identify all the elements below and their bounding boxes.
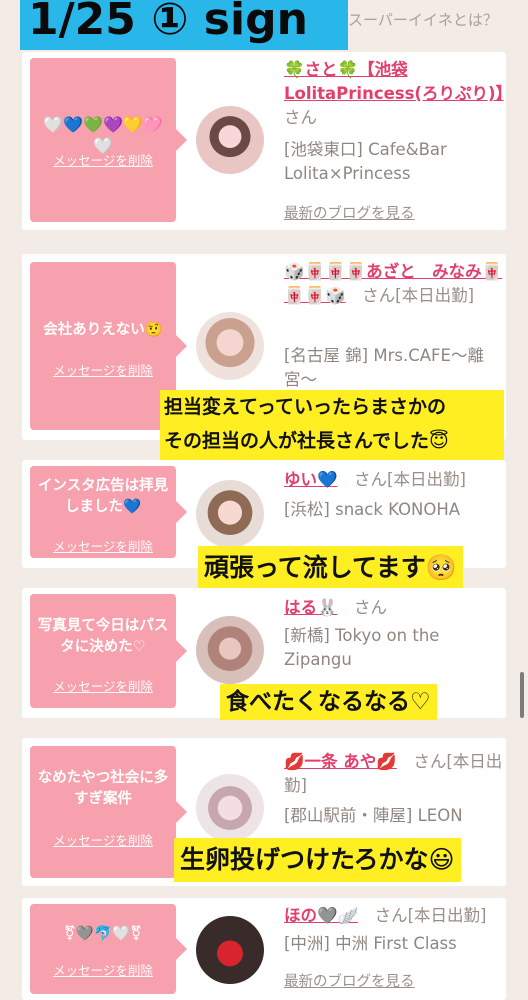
caption-overlay: 頑張って流してます🥺 [198,546,463,590]
message-bubble: 🤍💙💚💜💛🩷🤍 メッセージを削除 [30,58,187,222]
message-card: ⚧🩶🐬🤍⚧ メッセージを削除 ほの🩶🪽 さん[本日出勤] [中洲] 中洲 Fir… [22,898,506,1000]
avatar[interactable] [196,312,264,380]
shop-name: [中洲] 中洲 First Class [284,934,457,953]
latest-blog-link[interactable]: 最新のブログを見る [284,202,415,223]
message-bubble: なめたやつ社会に多すぎ案件 メッセージを削除 [30,746,187,878]
delete-message-link[interactable]: メッセージを削除 [30,676,176,695]
avatar[interactable] [196,480,264,548]
caption-line: 担当変えてっていったらまさかの [164,396,446,418]
girl-name[interactable]: 💋一条 あや💋 さん[本日出勤] [284,750,504,798]
shop-name: [池袋東口] Cafe&Bar Lolita×Princess [284,140,447,183]
girl-name[interactable]: 🎲🀄🀄🀄あざと みなみ🀄🀄🀄🎲 さん[本日出勤] [284,260,504,308]
shop-name: [郡山駅前・陣屋] LEON [284,806,463,825]
caption-overlay: 担当変えてっていったらまさかの その担当の人が社長さんでした😇 [160,390,504,460]
message-bubble: 写真見て今日はパスタに決めた♡ メッセージを削除 [30,594,187,708]
avatar[interactable] [196,916,264,984]
girl-name[interactable]: はる🐰 さん [284,596,504,620]
message-text: 写真見て今日はパスタに決めた♡ [37,618,169,655]
avatar[interactable] [196,616,264,684]
latest-blog-link[interactable]: 最新のブログを見る [284,970,415,991]
top-bar: 1/25 ① sign スーパーイイネとは？ [0,0,528,50]
caption-line: その担当の人が社長さんでした😇 [164,430,449,452]
message-bubble: インスタ広告は拝見しました💙 メッセージを削除 [30,466,187,558]
message-text: インスタ広告は拝見しました💙 [37,478,169,515]
delete-message-link[interactable]: メッセージを削除 [30,830,176,849]
girl-name[interactable]: ほの🩶🪽 さん[本日出勤] [284,904,504,928]
delete-message-link[interactable]: メッセージを削除 [30,150,176,169]
delete-message-link[interactable]: メッセージを削除 [30,536,176,555]
scrollbar[interactable] [520,672,524,718]
page-title: 1/25 ① sign [28,0,308,45]
caption-overlay: 生卵投げつけたろかな😃 [174,838,461,882]
message-card: 🤍💙💚💜💛🩷🤍 メッセージを削除 🍀さと🍀【池袋LolitaPrincess(ろ… [22,52,506,230]
caption-overlay: 食べたくなるなる♡ [220,684,437,720]
delete-message-link[interactable]: メッセージを削除 [30,360,176,379]
shop-name: [浜松] snack KONOHA [284,500,461,519]
message-text: 会社ありえない🤨 [43,322,163,338]
avatar[interactable] [196,774,264,842]
message-text: ⚧🩶🐬🤍⚧ [63,926,143,942]
delete-message-link[interactable]: メッセージを削除 [30,960,176,979]
message-bubble: ⚧🩶🐬🤍⚧ メッセージを削除 [30,904,187,994]
girl-name[interactable]: ゆい💙 さん[本日出勤] [284,468,504,492]
message-bubble: 会社ありえない🤨 メッセージを削除 [30,262,187,430]
avatar[interactable] [196,106,264,174]
super-iine-link[interactable]: スーパーイイネとは？ [348,9,498,30]
shop-name: [名古屋 錦] Mrs.CAFE〜離宮〜 [284,346,484,389]
message-text: なめたやつ社会に多すぎ案件 [37,770,169,807]
girl-name[interactable]: 🍀さと🍀【池袋LolitaPrincess(ろりぷり)】 さん [284,58,504,130]
shop-name: [新橋] Tokyo on the Zipangu [284,626,440,669]
